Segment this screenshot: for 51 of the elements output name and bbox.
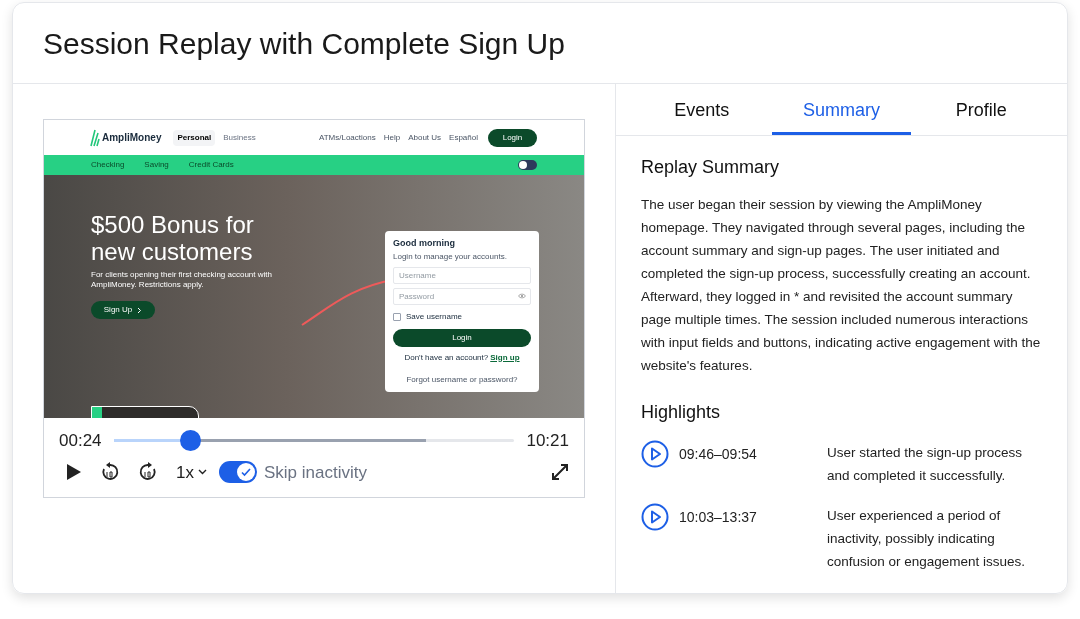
login-button[interactable]: Login bbox=[393, 328, 531, 347]
panel-tab[interactable]: Summary bbox=[771, 84, 912, 135]
hero-signup-button[interactable]: Sign Up bbox=[91, 301, 155, 319]
fullscreen-icon[interactable] bbox=[551, 463, 569, 482]
summary-heading: Replay Summary bbox=[641, 156, 781, 179]
progress-slider[interactable] bbox=[113, 430, 515, 452]
segment-tab[interactable]: Personal bbox=[173, 129, 216, 146]
site-nav-link[interactable]: About Us bbox=[408, 131, 442, 144]
highlight-text: User experienced a period of inactivity, possibly indicating confusion or engagement issues. bbox=[827, 507, 1027, 571]
total-time: 10:21 bbox=[526, 430, 569, 452]
site-nav-link[interactable]: Credit Cards bbox=[188, 159, 234, 171]
site-logo: AmpliMoney bbox=[102, 131, 162, 145]
panel-tab[interactable]: Profile bbox=[911, 84, 1051, 135]
segment-tab[interactable]: Business bbox=[219, 129, 260, 146]
hero-text: For clients opening their first checking account with AmpliMoney. Restrictions apply. bbox=[91, 270, 273, 290]
hero-heading: $500 Bonus for new customers bbox=[91, 211, 255, 265]
site-nav-link[interactable]: Saving bbox=[144, 159, 169, 171]
play-circle-icon[interactable] bbox=[641, 440, 669, 468]
chevron-down-icon bbox=[197, 469, 207, 476]
signup-prompt: Don't have an account? bbox=[404, 351, 489, 364]
logo-icon bbox=[90, 128, 100, 147]
site-login-button[interactable]: Login bbox=[488, 128, 537, 147]
forgot-password-link[interactable]: Forgot username or password? bbox=[393, 373, 531, 386]
skip-inactivity-toggle[interactable] bbox=[218, 461, 257, 484]
site-nav-link[interactable]: Checking bbox=[91, 159, 125, 171]
theme-toggle[interactable] bbox=[518, 160, 537, 170]
site-nav-link[interactable]: Help bbox=[383, 131, 401, 144]
check-icon bbox=[239, 466, 252, 479]
username-field[interactable]: Username bbox=[393, 266, 531, 284]
progress-thumb[interactable] bbox=[179, 430, 201, 452]
play-circle-icon[interactable] bbox=[641, 503, 669, 531]
signup-link[interactable]: Sign up bbox=[490, 351, 520, 364]
page-title: Session Replay with Complete Sign Up bbox=[43, 25, 565, 62]
highlights-heading: Highlights bbox=[641, 401, 722, 424]
highlight-text: User started the sign-up process and completed it successfully. bbox=[827, 444, 1024, 485]
skip-inactivity-label: Skip inactivity bbox=[263, 461, 367, 484]
panel-tab[interactable]: Events bbox=[632, 84, 772, 135]
login-card-title: Good morning bbox=[393, 237, 456, 250]
site-nav-link[interactable]: Español bbox=[449, 131, 478, 144]
highlight-time[interactable]: 09:46–09:54 bbox=[679, 440, 827, 487]
current-time: 00:24 bbox=[59, 430, 102, 452]
save-username-checkbox[interactable] bbox=[393, 312, 401, 321]
highlight-time[interactable]: 10:03–13:37 bbox=[679, 503, 827, 573]
login-card-subtitle: Login to manage your accounts. bbox=[393, 250, 508, 263]
save-username-label: Save username bbox=[406, 310, 463, 323]
site-nav-link[interactable]: ATMs/Loactions bbox=[318, 131, 376, 144]
chevron-right-icon bbox=[137, 306, 143, 314]
password-field[interactable]: Password bbox=[393, 287, 531, 305]
speed-selector[interactable]: 1x bbox=[176, 459, 207, 485]
play-icon[interactable] bbox=[66, 463, 82, 482]
summary-text: The user began their session by viewing the AmpliMoney homepage. They navigated through several pages, including the account summary and sign-up pages. The user initiated and completed the sign-up process, successfully creating an account. Afterward, they logged in * and revisited the account summary page multiple times. The session included numerous interactions with input fields and buttons, indicating active engagement with the website's features. bbox=[641, 196, 1042, 375]
